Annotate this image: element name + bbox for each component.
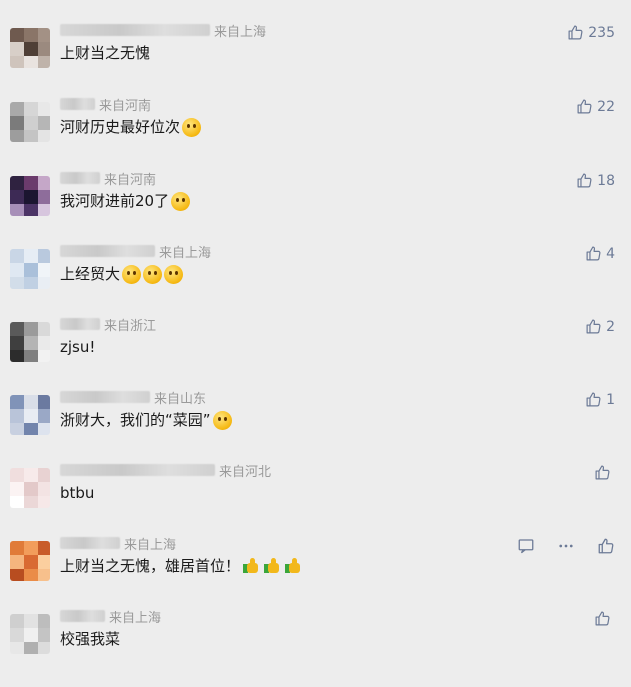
like-button[interactable]: 2 [585, 318, 615, 335]
comment-body: btbu [60, 484, 95, 502]
comment-item: 来自浙江 zjsu! 2 [0, 318, 631, 395]
like-icon [585, 391, 606, 408]
comment-body: 上财当之无愧，雄居首位！ [60, 557, 241, 575]
pleading-emoji [164, 264, 184, 284]
region-label: 来自上海 [124, 537, 177, 553]
comment-meta: 来自山东 [60, 389, 207, 407]
comment-body: 我河财进前20了 [60, 192, 170, 210]
region-label: 来自浙江 [104, 318, 157, 334]
like-count: 235 [588, 24, 615, 41]
region-label: 来自上海 [159, 245, 212, 261]
comment-actions [517, 537, 615, 559]
thumbs-up-emoji [264, 557, 282, 575]
avatar[interactable] [10, 102, 50, 142]
blurred-nickname[interactable] [60, 24, 210, 36]
comment-text: zjsu! [60, 336, 95, 358]
comment-text: btbu [60, 482, 94, 504]
like-count: 18 [597, 172, 615, 189]
region-label: 来自上海 [109, 610, 162, 626]
comment-item: 来自河南河财历史最好位次 22 [0, 98, 631, 175]
more-icon[interactable] [557, 537, 575, 559]
avatar[interactable] [10, 249, 50, 289]
avatar[interactable] [10, 395, 50, 435]
avatar[interactable] [10, 468, 50, 508]
region-label: 来自河南 [104, 172, 157, 188]
comment-meta: 来自上海 [60, 535, 177, 553]
grin-emoji [212, 410, 232, 430]
comment-body: 上经贸大 [60, 265, 121, 283]
thumbs-up-emoji [285, 557, 303, 575]
smile-emoji [182, 117, 202, 137]
like-count: 2 [606, 318, 615, 335]
pleading-emoji [122, 264, 142, 284]
comment-meta: 来自上海 [60, 243, 212, 261]
comment-meta: 来自上海 [60, 608, 162, 626]
like-icon [576, 172, 597, 189]
like-count: 1 [606, 391, 615, 408]
comment-body: 上财当之无愧 [60, 44, 151, 62]
pleading-emoji [143, 264, 163, 284]
blurred-nickname[interactable] [60, 464, 215, 476]
comment-body: 浙财大，我们的“菜园” [60, 411, 211, 429]
like-icon [567, 24, 588, 41]
region-label: 来自河南 [99, 98, 152, 114]
comment-text: 校强我菜 [60, 628, 120, 650]
thumbs-up-emoji [243, 557, 261, 575]
avatar[interactable] [10, 176, 50, 216]
comment-item: 来自上海上财当之无愧，雄居首位！ [0, 537, 631, 614]
comment-meta: 来自浙江 [60, 316, 157, 334]
like-icon [594, 464, 615, 481]
comment-meta: 来自上海 [60, 22, 267, 40]
blurred-nickname[interactable] [60, 318, 100, 330]
avatar[interactable] [10, 614, 50, 654]
like-button[interactable]: 18 [576, 172, 615, 189]
cry-emoji [171, 191, 191, 211]
comment-body: 河财历史最好位次 [60, 118, 181, 136]
like-button[interactable]: 4 [585, 245, 615, 262]
comment-text: 上财当之无愧，雄居首位！ [60, 555, 303, 577]
comment-meta: 来自河北 [60, 462, 272, 480]
comment-text: 浙财大，我们的“菜园” [60, 409, 232, 431]
blurred-nickname[interactable] [60, 98, 95, 110]
comment-item: 来自山东浙财大，我们的“菜园” 1 [0, 391, 631, 468]
region-label: 来自河北 [219, 464, 272, 480]
like-button[interactable]: 22 [576, 98, 615, 115]
comment-meta: 来自河南 [60, 170, 157, 188]
like-icon [576, 98, 597, 115]
region-label: 来自上海 [214, 24, 267, 40]
like-button[interactable] [594, 464, 615, 481]
like-count: 4 [606, 245, 615, 262]
comment-item: 来自上海上经贸大 4 [0, 245, 631, 322]
like-button[interactable] [594, 610, 615, 627]
comment-text: 上财当之无愧 [60, 42, 150, 64]
comment-item: 来自河北 btbu [0, 464, 631, 541]
reply-icon[interactable] [517, 537, 535, 559]
blurred-nickname[interactable] [60, 391, 150, 403]
comment-item: 来自河南我河财进前20了 18 [0, 172, 631, 249]
blurred-nickname[interactable] [60, 245, 155, 257]
comment-text: 我河财进前20了 [60, 190, 191, 212]
like-button[interactable]: 235 [567, 24, 615, 41]
comment-item: 来自上海校强我菜 [0, 610, 631, 687]
avatar[interactable] [10, 28, 50, 68]
like-count: 22 [597, 98, 615, 115]
blurred-nickname[interactable] [60, 537, 120, 549]
like-icon [594, 610, 615, 627]
avatar[interactable] [10, 541, 50, 581]
avatar[interactable] [10, 322, 50, 362]
like-icon[interactable] [597, 537, 615, 559]
comment-body: 校强我菜 [60, 630, 121, 648]
like-icon [585, 245, 606, 262]
blurred-nickname[interactable] [60, 610, 105, 622]
blurred-nickname[interactable] [60, 172, 100, 184]
comment-item: 来自上海上财当之无愧 235 [0, 24, 631, 101]
comment-body: zjsu! [60, 338, 96, 356]
comment-text: 上经贸大 [60, 263, 184, 285]
comment-text: 河财历史最好位次 [60, 116, 202, 138]
comment-meta: 来自河南 [60, 96, 152, 114]
like-button[interactable]: 1 [585, 391, 615, 408]
like-icon [585, 318, 606, 335]
region-label: 来自山东 [154, 391, 207, 407]
